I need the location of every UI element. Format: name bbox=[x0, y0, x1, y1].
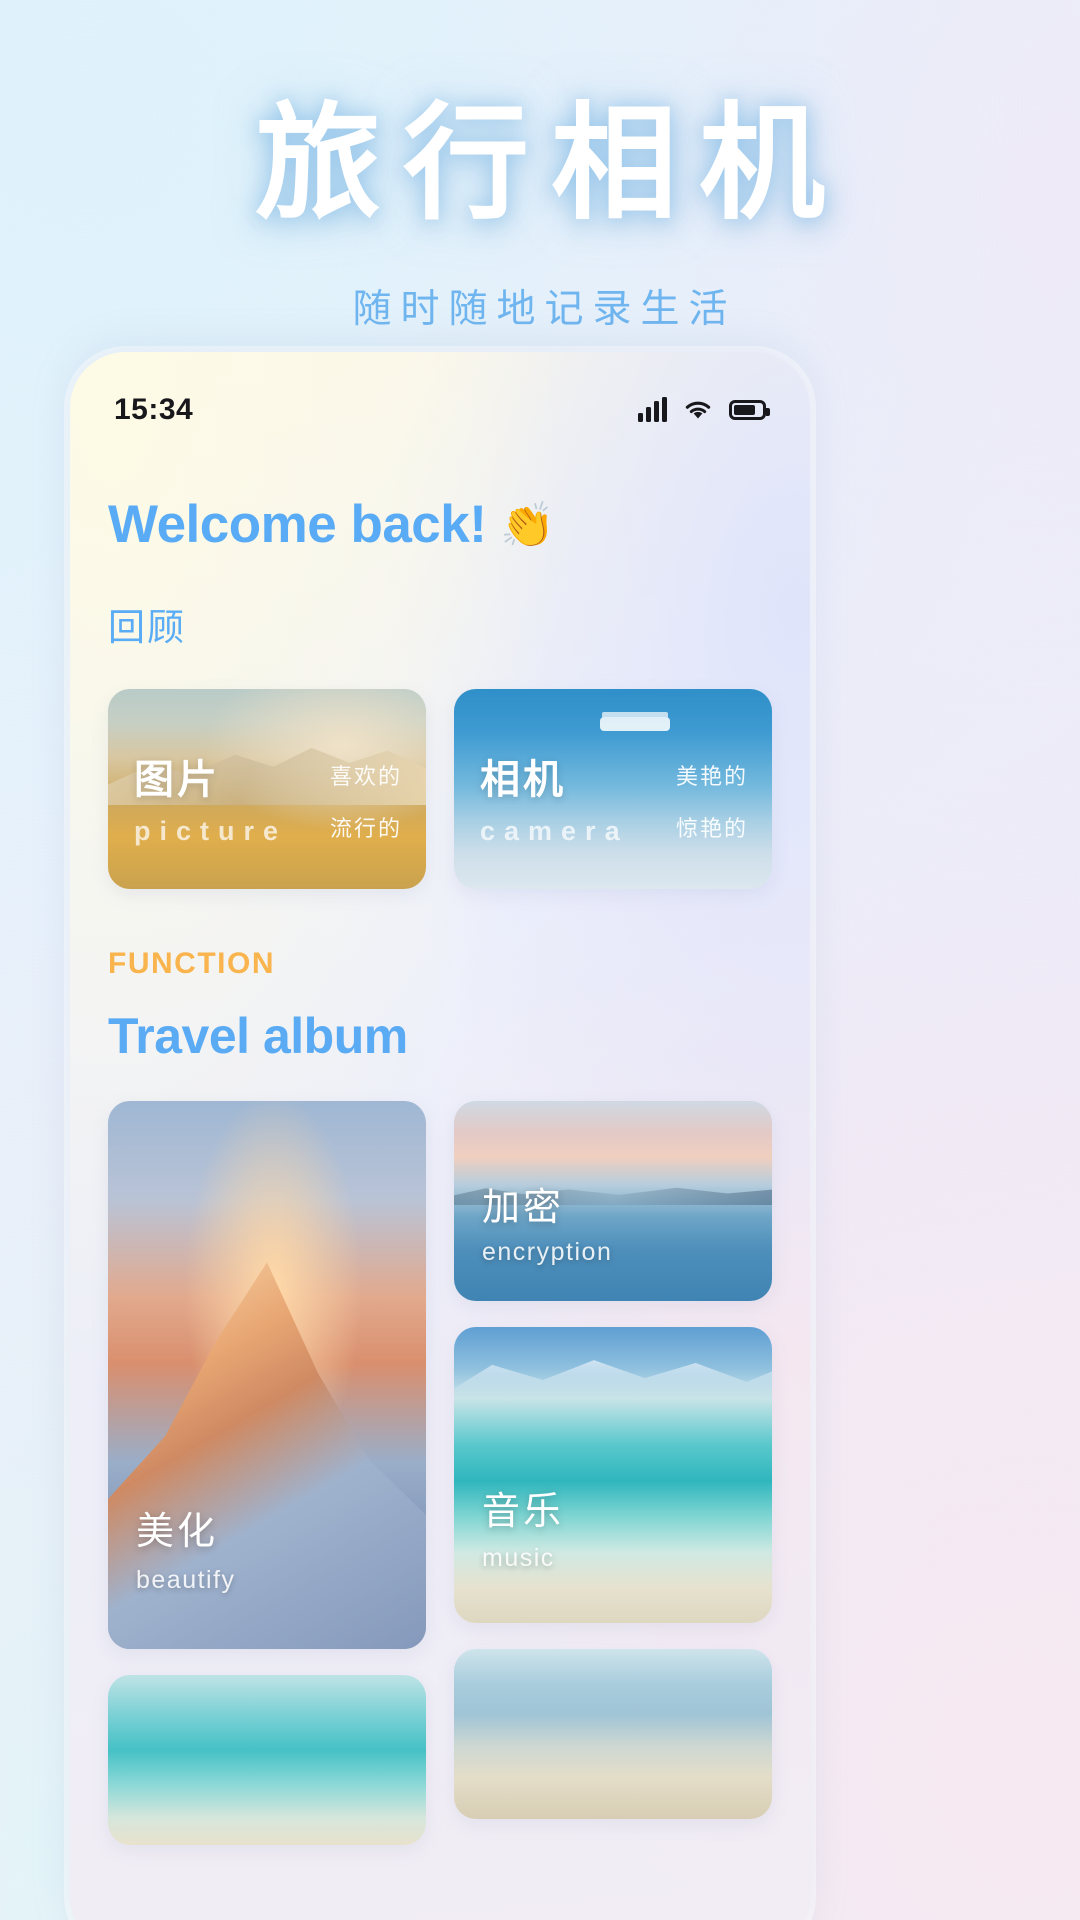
review-card-camera[interactable]: 相机 camera 美艳的 惊艳的 bbox=[454, 689, 772, 889]
function-grid-column-left: 美化 beautify bbox=[108, 1101, 426, 1845]
function-card-beautify[interactable]: 美化 beautify bbox=[108, 1101, 426, 1649]
review-card-tag-1: 喜欢的 bbox=[329, 764, 402, 789]
review-card-picture[interactable]: 图片 picture 喜欢的 流行的 bbox=[108, 689, 426, 889]
status-icons bbox=[638, 397, 770, 422]
review-card-subtitle: picture bbox=[134, 816, 288, 846]
promo-subtitle: 随时随地记录生活 bbox=[352, 288, 737, 331]
signal-bars-icon bbox=[638, 397, 667, 422]
review-card-title: 相机 bbox=[480, 758, 566, 802]
function-card-grid: 美化 beautify 加密 encryption 音乐 music bbox=[108, 1101, 772, 1845]
function-card-lagoon[interactable] bbox=[108, 1675, 426, 1845]
function-card-subtitle: music bbox=[482, 1544, 555, 1572]
tropical-beach-photo bbox=[454, 1327, 772, 1623]
function-grid-column-right: 加密 encryption 音乐 music bbox=[454, 1101, 772, 1845]
status-time: 15:34 bbox=[114, 393, 194, 426]
promo-header: 旅行相机 随时随地记录生活 bbox=[0, 0, 1080, 334]
review-card-tag-2: 流行的 bbox=[329, 816, 402, 841]
function-card-music[interactable]: 音乐 music bbox=[454, 1327, 772, 1623]
welcome-text: Welcome back! bbox=[108, 495, 487, 554]
phone-mockup: 15:34 Welcome back! 👏 回顾 图片 picture 喜欢的 … bbox=[70, 352, 810, 1920]
lagoon-photo bbox=[108, 1675, 426, 1845]
review-section-heading: 回顾 bbox=[108, 607, 186, 648]
review-card-tag-2: 惊艳的 bbox=[675, 816, 748, 841]
function-card-title: 美化 bbox=[136, 1511, 219, 1553]
review-card-tag-1: 美艳的 bbox=[675, 764, 748, 789]
function-card-subtitle: encryption bbox=[482, 1238, 613, 1266]
function-card-title: 加密 bbox=[482, 1187, 565, 1229]
function-card-title: 音乐 bbox=[482, 1491, 565, 1533]
function-title: Travel album bbox=[108, 1008, 408, 1064]
review-card-title: 图片 bbox=[134, 758, 220, 802]
wifi-icon bbox=[683, 398, 713, 422]
review-card-row: 图片 picture 喜欢的 流行的 相机 camera 美艳的 惊艳的 bbox=[108, 689, 772, 889]
function-card-shoreline[interactable] bbox=[454, 1649, 772, 1819]
app-content: Welcome back! 👏 回顾 图片 picture 喜欢的 流行的 相机… bbox=[70, 448, 810, 1845]
function-card-encryption[interactable]: 加密 encryption bbox=[454, 1101, 772, 1301]
review-card-subtitle: camera bbox=[480, 816, 629, 846]
function-label: FUNCTION bbox=[108, 947, 275, 980]
status-bar: 15:34 bbox=[70, 386, 810, 434]
clapping-hands-icon: 👏 bbox=[500, 500, 555, 550]
battery-icon bbox=[729, 400, 770, 420]
welcome-heading: Welcome back! 👏 bbox=[108, 494, 772, 555]
shoreline-photo bbox=[454, 1649, 772, 1819]
function-card-subtitle: beautify bbox=[136, 1566, 236, 1594]
promo-title: 旅行相机 bbox=[255, 93, 847, 234]
